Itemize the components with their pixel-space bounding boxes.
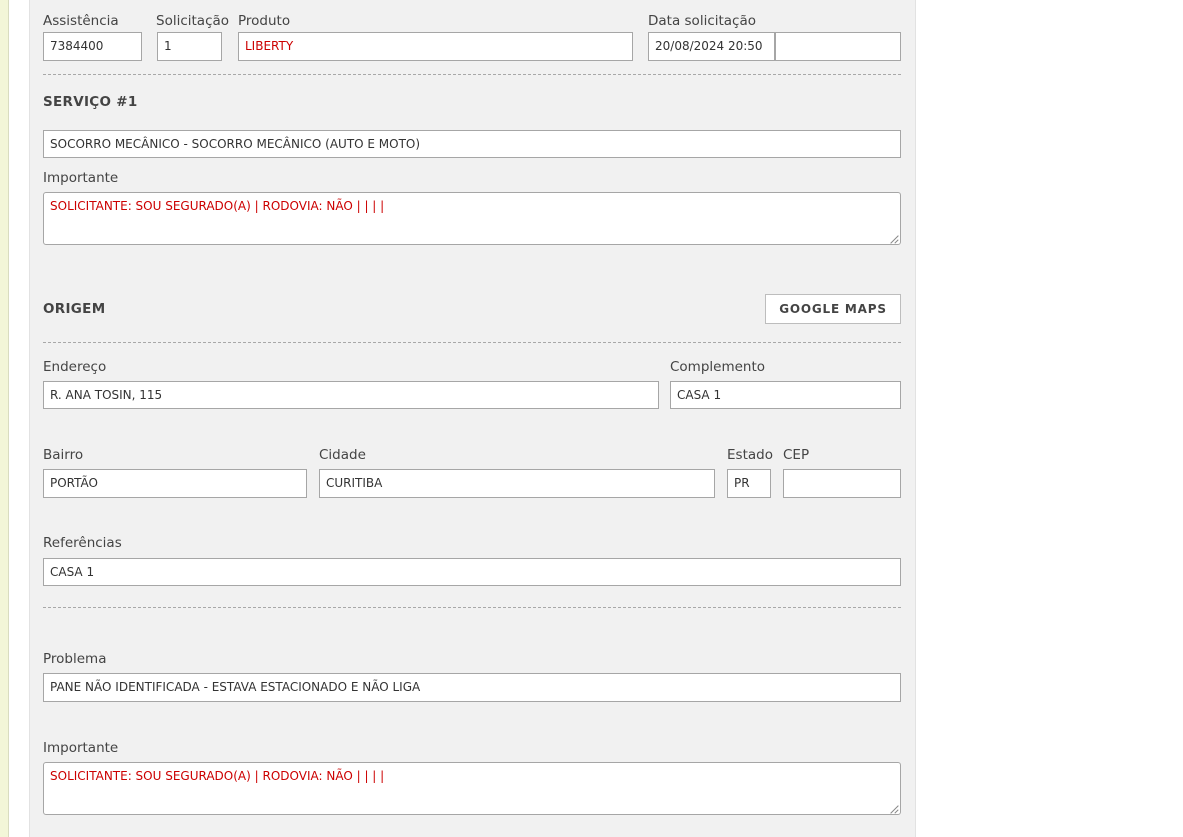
endereco-field[interactable]: R. ANA TOSIN, 115 <box>43 381 659 409</box>
servico-importante-textarea[interactable]: SOLICITANTE: SOU SEGURADO(A) | RODOVIA: … <box>43 192 901 245</box>
section-divider <box>43 342 901 343</box>
service-form-panel <box>29 0 916 837</box>
problema-importante-label: Importante <box>43 740 119 756</box>
produto-label: Produto <box>238 13 291 29</box>
left-sidebar-strip <box>0 0 9 837</box>
solicitacao-field[interactable]: 1 <box>157 32 222 61</box>
estado-label: Estado <box>727 447 773 463</box>
section-divider <box>43 74 901 75</box>
problema-label: Problema <box>43 651 107 667</box>
complemento-field[interactable]: CASA 1 <box>670 381 901 409</box>
estado-field[interactable]: PR <box>727 469 771 498</box>
data-solicitacao-label: Data solicitação <box>648 13 757 29</box>
problema-importante-textarea[interactable]: SOLICITANTE: SOU SEGURADO(A) | RODOVIA: … <box>43 762 901 815</box>
resize-grip-icon[interactable] <box>891 805 899 813</box>
bairro-field[interactable]: PORTÃO <box>43 469 307 498</box>
servico-field[interactable]: SOCORRO MECÂNICO - SOCORRO MECÂNICO (AUT… <box>43 130 901 158</box>
servico-importante-label: Importante <box>43 170 119 186</box>
cep-label: CEP <box>783 447 810 463</box>
problema-importante-text: SOLICITANTE: SOU SEGURADO(A) | RODOVIA: … <box>50 769 385 783</box>
assistencia-label: Assistência <box>43 13 119 29</box>
bairro-label: Bairro <box>43 447 84 463</box>
produto-field[interactable]: LIBERTY <box>238 32 633 61</box>
solicitacao-label: Solicitação <box>156 13 230 29</box>
google-maps-button[interactable]: GOOGLE MAPS <box>765 294 901 324</box>
section-divider <box>43 607 901 608</box>
data-solicitacao-field[interactable]: 20/08/2024 20:50 <box>648 32 775 61</box>
problema-field[interactable]: PANE NÃO IDENTIFICADA - ESTAVA ESTACIONA… <box>43 673 901 702</box>
referencias-field[interactable]: CASA 1 <box>43 558 901 586</box>
endereco-label: Endereço <box>43 359 107 375</box>
servico-importante-text: SOLICITANTE: SOU SEGURADO(A) | RODOVIA: … <box>50 199 385 213</box>
referencias-label: Referências <box>43 535 122 551</box>
assistencia-field[interactable]: 7384400 <box>43 32 142 61</box>
data-solicitacao-extra-field[interactable] <box>775 32 901 61</box>
servico-heading: SERVIÇO #1 <box>43 94 138 110</box>
complemento-label: Complemento <box>670 359 766 375</box>
cidade-label: Cidade <box>319 447 366 463</box>
cep-field[interactable] <box>783 469 901 498</box>
resize-grip-icon[interactable] <box>891 235 899 243</box>
origem-heading: ORIGEM <box>43 301 106 317</box>
cidade-field[interactable]: CURITIBA <box>319 469 715 498</box>
